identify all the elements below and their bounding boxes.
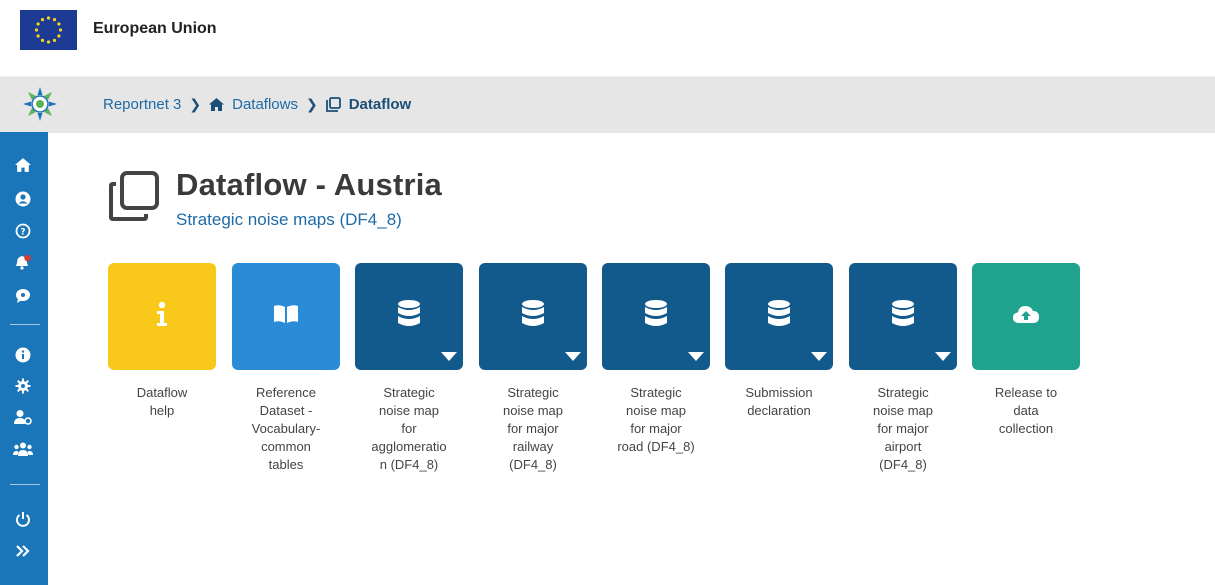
reference-dataset-tile[interactable]: [232, 263, 340, 370]
info-icon[interactable]: [12, 344, 34, 366]
eu-flag-logo: [20, 10, 77, 50]
database-icon: [891, 300, 915, 333]
clone-icon: [325, 97, 341, 112]
dropdown-caret-icon[interactable]: [688, 352, 704, 361]
page-subtitle: Strategic noise maps (DF4_8): [176, 210, 402, 229]
dataset-railway-tile[interactable]: [479, 263, 587, 370]
home-icon: [209, 98, 225, 111]
breadcrumb: Reportnet 3 ❯ Dataflows ❯ Dataflow: [103, 96, 411, 113]
dropdown-caret-icon[interactable]: [565, 352, 581, 361]
clone-icon: [108, 170, 160, 222]
dropdown-caret-icon[interactable]: [811, 352, 827, 361]
notification-bell-icon[interactable]: [12, 252, 34, 274]
database-icon: [767, 300, 791, 333]
expand-chevrons-icon[interactable]: [12, 540, 34, 562]
power-icon[interactable]: [12, 508, 34, 530]
breadcrumb-item-reportnet[interactable]: Reportnet 3: [103, 96, 181, 113]
tile-label-reference-dataset: Reference Dataset - Vocabulary-common table…: [251, 385, 321, 472]
help-circle-icon[interactable]: ?: [12, 220, 34, 242]
tile-label-railway: Strategic noise map for major railway (DF4_8…: [503, 385, 563, 472]
database-icon: [397, 300, 421, 333]
book-open-icon: [273, 304, 299, 329]
tile-label-agglomeration: Strategic noise map for agglomeratio n (DF4_…: [371, 385, 447, 472]
dataflow-help-tile[interactable]: [108, 263, 216, 370]
user-settings-icon[interactable]: [12, 406, 34, 428]
dataset-airport-tile[interactable]: [849, 263, 957, 370]
release-to-data-collection-tile[interactable]: [972, 263, 1080, 370]
chat-bubble-icon[interactable]: [12, 285, 34, 307]
dropdown-caret-icon[interactable]: [935, 352, 951, 361]
user-circle-icon[interactable]: [12, 188, 34, 210]
dataset-agglomeration-tile[interactable]: [355, 263, 463, 370]
tile-label-airport: Strategic noise map for major airport (DF4_8…: [873, 385, 933, 472]
breadcrumb-item-dataflows[interactable]: Dataflows: [232, 96, 298, 113]
settings-gear-icon[interactable]: [12, 375, 34, 397]
submission-declaration-tile[interactable]: [725, 263, 833, 370]
dropdown-caret-icon[interactable]: [441, 352, 457, 361]
reportnet-logo-icon[interactable]: [22, 86, 58, 122]
database-icon: [521, 300, 545, 333]
database-icon: [644, 300, 668, 333]
eu-title: European Union: [93, 20, 217, 37]
tile-label-dataflow-help: Dataflow help: [136, 385, 188, 418]
chevron-right-icon: ❯: [305, 96, 318, 112]
sidebar: ?: [0, 132, 48, 585]
users-group-icon[interactable]: [12, 438, 34, 460]
tile-label-road: Strategic noise map for major road (DF4_8): [617, 385, 695, 454]
svg-text:?: ?: [20, 228, 25, 238]
chevron-right-icon: ❯: [189, 96, 202, 112]
top-navigation-bar: Reportnet 3 ❯ Dataflows ❯ Dataflow: [0, 76, 1215, 133]
breadcrumb-item-dataflow: Dataflow: [348, 96, 412, 113]
sidebar-divider: [10, 324, 40, 325]
sidebar-divider: [10, 484, 40, 485]
tile-label-release: Release to data collection: [994, 385, 1058, 436]
tile-label-submission-declaration: Submission declaration: [745, 385, 813, 418]
info-icon: [155, 301, 169, 332]
dataset-road-tile[interactable]: [602, 263, 710, 370]
cloud-upload-icon: [1012, 304, 1040, 329]
home-icon[interactable]: [12, 154, 34, 176]
eu-header: European Union: [0, 0, 1215, 76]
page-title: Dataflow - Austria: [176, 167, 442, 202]
